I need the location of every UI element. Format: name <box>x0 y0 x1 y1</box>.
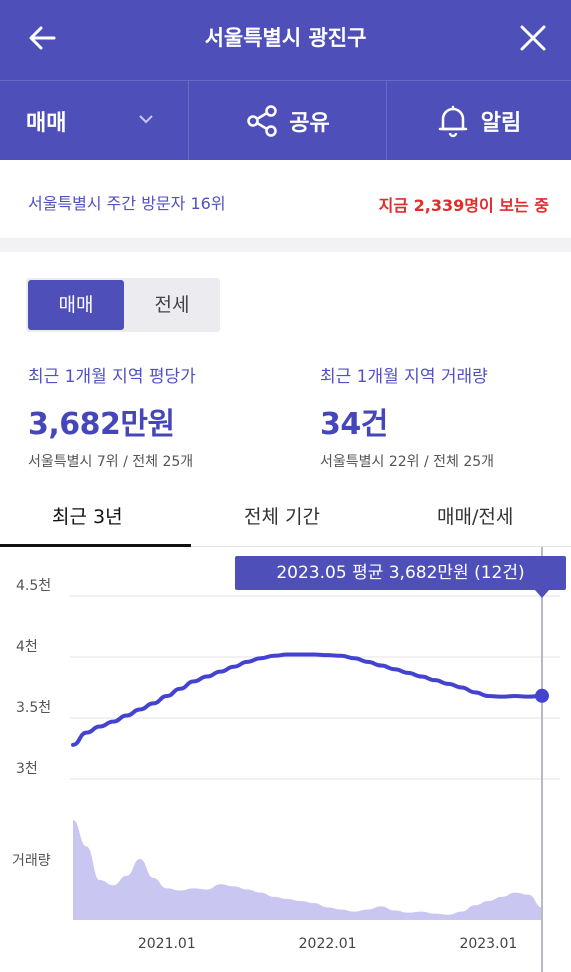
page-title: 서울특별시 광진구 <box>204 26 367 50</box>
price-line <box>71 652 544 747</box>
price-chart[interactable]: 4.5천 4천 3.5천 3천거래량 2021.01 2022.01 2023.01 <box>0 547 571 972</box>
toggle-jeonse-option[interactable]: 전세 <box>126 280 218 330</box>
tab-all-period[interactable]: 전체 기간 <box>244 502 320 529</box>
y-tick-label: 4.5천 <box>16 578 51 594</box>
selected-point <box>535 688 549 703</box>
chevron-down-icon <box>139 115 153 124</box>
visitor-info: 서울특별시 주간 방문자 16위 지금 2,339명이 보는 중 <box>0 160 571 238</box>
volume-value: 34건 <box>320 407 388 442</box>
avg-price-stat: 최근 1개월 지역 평당가 3,682만원 서울특별시 7위 / 전체 25개 <box>28 362 196 471</box>
y-tick-label: 3천 <box>16 761 38 777</box>
trade-type-dropdown[interactable]: 매매 <box>0 81 188 160</box>
live-viewers-text: 지금 2,339명이 보는 중 <box>378 196 549 215</box>
x-tick-label: 2021.01 <box>138 936 196 952</box>
price-chart-svg: 4.5천 4천 3.5천 3천거래량 2021.01 2022.01 2023.01 <box>12 547 560 972</box>
volume-axis-label: 거래량 <box>12 853 51 869</box>
y-tick-label: 4천 <box>16 639 38 655</box>
avg-price-rank: 서울특별시 7위 / 전체 25개 <box>28 454 194 470</box>
avg-price-value: 3,682만원 <box>28 407 175 442</box>
sale-jeonse-toggle: 매매 전세 <box>26 278 220 332</box>
share-button[interactable]: 공유 <box>188 81 386 160</box>
volume-label: 최근 1개월 지역 거래량 <box>320 367 488 387</box>
chart-tooltip: 2023.05 평균 3,682만원 (12건) <box>235 556 566 598</box>
share-icon <box>247 104 277 137</box>
alarm-button[interactable]: 알림 <box>386 81 571 160</box>
tab-trade-jeonse[interactable]: 매매/전세 <box>437 502 513 529</box>
volume-stat: 최근 1개월 지역 거래량 34건 서울특별시 22위 / 전체 25개 <box>320 362 494 471</box>
trade-type-label: 매매 <box>26 110 67 136</box>
action-bar: 매매 공유 알림 <box>0 80 571 160</box>
close-icon <box>520 25 546 51</box>
y-tick-label: 3.5천 <box>16 700 51 716</box>
volume-rank: 서울특별시 22위 / 전체 25개 <box>320 454 495 470</box>
x-tick-label: 2023.01 <box>459 936 517 952</box>
tab-recent-3-years[interactable]: 최근 3년 <box>52 502 123 529</box>
x-tick-label: 2022.01 <box>299 936 357 952</box>
alarm-label: 알림 <box>480 110 522 136</box>
avg-price-label: 최근 1개월 지역 평당가 <box>28 367 196 387</box>
section-divider <box>0 238 571 252</box>
visitor-rank-text: 서울특별시 주간 방문자 16위 <box>28 194 226 213</box>
share-label: 공유 <box>289 110 330 136</box>
toggle-sale-option[interactable]: 매매 <box>28 280 124 330</box>
top-bar: 서울특별시 광진구 <box>0 0 571 80</box>
volume-area <box>73 820 542 920</box>
period-tabs: 최근 3년 전체 기간 매매/전세 <box>0 490 571 547</box>
close-button[interactable] <box>513 18 553 58</box>
bell-icon <box>438 105 467 137</box>
